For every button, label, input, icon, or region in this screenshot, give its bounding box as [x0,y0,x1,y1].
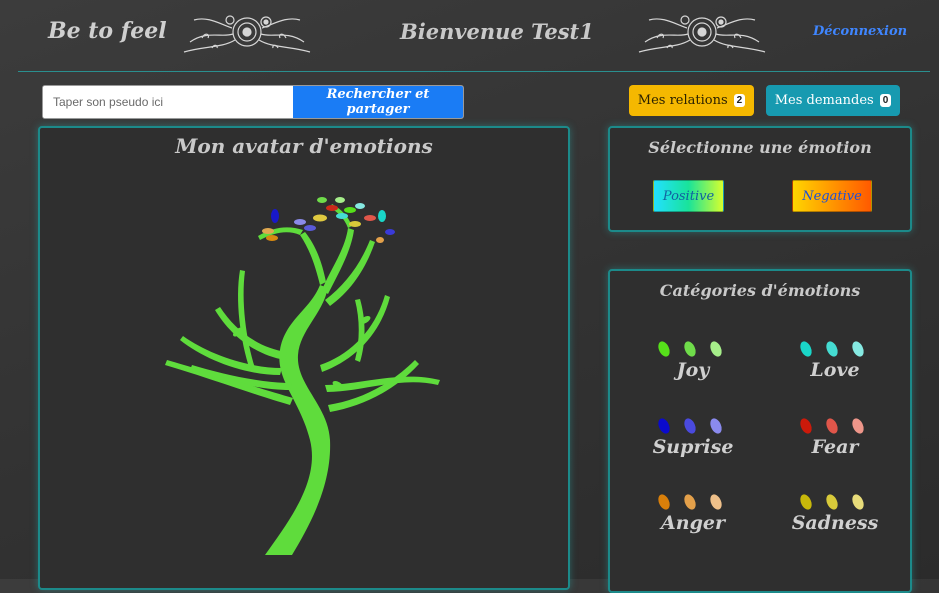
brand-logo: Be to feel [48,18,167,44]
category-anger[interactable]: Anger [648,492,738,552]
category-label: Anger [661,512,725,534]
emotion-tree-icon [165,197,440,555]
category-joy[interactable]: Joy [648,339,738,399]
logout-link[interactable]: Déconnexion [813,24,907,39]
sadness-leaves-icon [800,494,864,510]
category-fear[interactable]: Fear [790,416,880,476]
select-emotion-title: Sélectionne une émotion [648,138,872,157]
header-divider [18,71,930,72]
negative-emotion-button[interactable]: Negative [792,180,872,212]
category-label: Joy [676,359,710,381]
search-share-button[interactable]: Rechercher et partager [293,86,463,118]
my-requests-button[interactable]: Mes demandes 0 [766,85,900,116]
category-label: Fear [811,436,859,458]
fear-leaves-icon [800,418,864,434]
select-emotion-panel: Sélectionne une émotion Positive Negativ… [608,126,912,232]
my-relations-label: Mes relations [637,93,728,108]
floral-ornament-icon [638,15,766,53]
categories-title: Catégories d'émotions [659,281,861,300]
emotion-categories-panel: Catégories d'émotions Joy Love Suprise F… [608,269,912,593]
category-love[interactable]: Love [790,339,880,399]
category-surprise[interactable]: Suprise [648,416,738,476]
positive-emotion-button[interactable]: Positive [653,180,724,212]
category-label: Love [810,359,860,381]
surprise-leaves-icon [658,418,722,434]
love-leaves-icon [800,341,864,357]
category-label: Suprise [652,436,734,458]
floral-ornament-icon [183,15,311,53]
relations-count-badge: 2 [733,94,746,107]
my-relations-button[interactable]: Mes relations 2 [629,85,754,116]
joy-leaves-icon [658,341,722,357]
avatar-panel-title: Mon avatar d'emotions [175,134,433,158]
search-bar: Rechercher et partager [42,85,464,119]
search-input[interactable] [43,86,293,118]
category-label: Sadness [791,512,879,534]
welcome-message: Bienvenue Test1 [400,19,594,44]
category-sadness[interactable]: Sadness [790,492,880,552]
anger-leaves-icon [658,494,722,510]
my-requests-label: Mes demandes [774,93,874,108]
requests-count-badge: 0 [879,94,892,107]
